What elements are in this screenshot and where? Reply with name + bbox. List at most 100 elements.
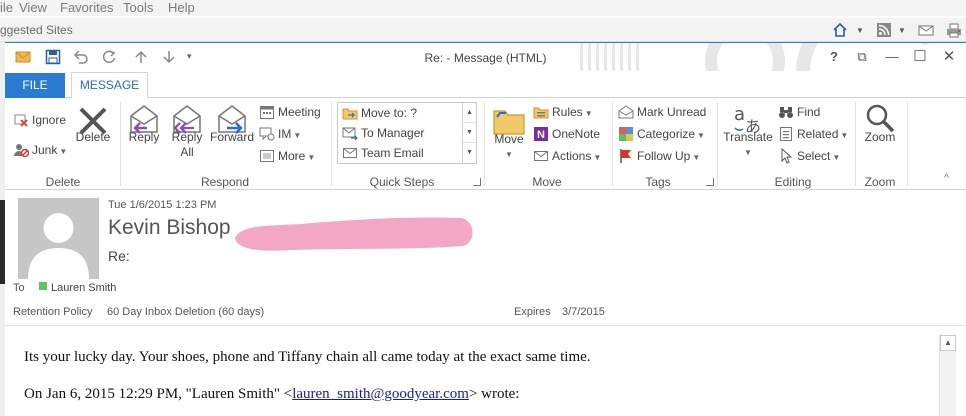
avatar[interactable] <box>18 198 99 279</box>
ie-favorites-bar: ggested Sites ▼ ▼ <box>0 18 966 42</box>
group-separator <box>907 102 908 186</box>
select-dropdown-icon: ▼ <box>832 153 841 162</box>
svg-text:a: a <box>734 104 745 125</box>
quick-steps-scroll-up-icon[interactable]: ▲ <box>463 103 476 123</box>
recipient-name[interactable]: Lauren Smith <box>51 282 116 294</box>
ie-menu-help[interactable]: Help <box>168 0 195 15</box>
quick-steps-scroll-down-icon[interactable]: ▼ <box>463 123 476 143</box>
quoted-attribution: On Jan 6, 2015 12:29 PM, "Lauren Smith" … <box>24 386 519 403</box>
mark-unread-label: Mark Unread <box>637 105 707 119</box>
expires-value: 3/7/2015 <box>562 306 605 318</box>
to-manager-icon <box>342 125 358 141</box>
meeting-label: Meeting <box>278 105 321 119</box>
subject: Re: <box>108 248 130 264</box>
delete-button[interactable]: Delete <box>73 104 113 164</box>
mail-icon[interactable] <box>918 22 934 38</box>
instant-message-icon <box>259 126 275 142</box>
ie-menu-favorites[interactable]: Favorites <box>60 0 113 15</box>
print-icon[interactable] <box>946 22 962 38</box>
body-paragraph: Its your lucky day. Your shoes, phone an… <box>24 349 591 365</box>
retention-policy-value: 60 Day Inbox Deletion (60 days) <box>107 306 265 318</box>
ignore-label: Ignore <box>32 113 67 127</box>
message-header: Tue 1/6/2015 1:23 PM Kevin Bishop Re: To… <box>5 190 966 326</box>
quick-steps-scroller[interactable]: ▲ ▼ ▼ <box>462 103 476 163</box>
ignore-icon <box>13 112 29 128</box>
ie-menu-file[interactable]: ile <box>0 0 13 15</box>
related-dropdown-icon: ▼ <box>840 131 849 140</box>
sent-date: Tue 1/6/2015 1:23 PM <box>108 199 217 211</box>
translate-button[interactable]: aあ Translate ▼ <box>723 102 773 172</box>
cursor-arrow-icon <box>778 147 794 164</box>
rules-dropdown-icon: ▼ <box>584 109 593 118</box>
reply-all-label-line2: All <box>180 145 194 159</box>
suggested-sites-link[interactable]: ggested Sites <box>0 23 73 37</box>
group-separator <box>484 102 485 186</box>
follow-up-dropdown-icon: ▼ <box>692 153 701 162</box>
junk-dropdown-icon: ▼ <box>59 147 68 156</box>
message-window: ▾ Re: - Message (HTML) ? ⧉ — ☐ ✕ FILE ME… <box>5 42 966 416</box>
tab-message[interactable]: MESSAGE <box>71 72 148 99</box>
onenote-label: OneNote <box>552 127 601 141</box>
maximize-button[interactable]: ☐ <box>909 47 931 67</box>
quick-step-to-manager[interactable]: To Manager <box>342 123 460 143</box>
tab-file[interactable]: FILE <box>5 73 65 98</box>
tags-dialog-launcher-icon[interactable] <box>706 178 714 186</box>
reply-button[interactable]: Reply <box>126 102 162 172</box>
quick-steps-expand-icon[interactable]: ▼ <box>463 143 476 163</box>
delete-group-label: Delete <box>45 175 81 189</box>
reply-all-label-line1: Reply <box>171 130 203 144</box>
quick-steps-group-label: Quick Steps <box>369 175 435 189</box>
translate-dropdown-icon: ▼ <box>744 148 752 157</box>
ribbon-tabs: FILE MESSAGE <box>5 71 966 99</box>
rules-label: Rules <box>552 105 583 119</box>
move-button[interactable]: Move ▼ <box>489 104 529 174</box>
retention-policy-label: Retention Policy <box>13 306 93 318</box>
flag-icon <box>618 148 634 164</box>
related-icon <box>778 126 794 142</box>
actions-dropdown-icon: ▼ <box>593 153 602 162</box>
minimize-button[interactable]: — <box>881 47 903 67</box>
feeds-icon[interactable] <box>876 22 892 38</box>
quick-steps-gallery: Move to: ? To Manager Team Email ▲ ▼ ▼ <box>337 102 477 164</box>
select-label: Select <box>797 149 831 163</box>
redaction-mark <box>235 217 473 251</box>
rules-icon <box>533 104 549 120</box>
email-link[interactable]: lauren_smith@goodyear.com <box>292 386 469 402</box>
scroll-up-arrow-icon[interactable]: ▲ <box>940 335 956 351</box>
im-label: IM <box>278 127 292 141</box>
home-icon[interactable] <box>832 22 848 38</box>
zoom-button[interactable]: Zoom <box>860 102 900 162</box>
close-button[interactable]: ✕ <box>938 47 960 67</box>
sender-name[interactable]: Kevin Bishop <box>108 216 231 240</box>
categorize-icon <box>618 126 634 142</box>
home-dropdown-chevron-icon[interactable]: ▼ <box>856 26 872 42</box>
ie-menu-tools[interactable]: Tools <box>123 0 153 15</box>
vertical-scrollbar[interactable]: ▲ <box>939 335 956 416</box>
feeds-dropdown-chevron-icon[interactable]: ▼ <box>898 26 914 42</box>
person-placeholder-icon <box>28 213 89 279</box>
attribution-suffix: > wrote: <box>468 386 520 402</box>
quick-steps-dialog-launcher-icon[interactable] <box>473 178 481 186</box>
expires-label: Expires <box>514 306 551 318</box>
quick-step-move-to[interactable]: Move to: ? <box>342 103 460 123</box>
title-bar: ▾ Re: - Message (HTML) ? ⧉ — ☐ ✕ <box>5 43 966 71</box>
to-label: To <box>13 282 25 294</box>
respond-group-label: Respond <box>200 175 250 189</box>
quick-step-to-manager-label: To Manager <box>361 126 425 140</box>
forward-button[interactable]: Forward <box>209 102 255 172</box>
help-button[interactable]: ? <box>823 47 845 67</box>
junk-icon <box>13 142 30 158</box>
binoculars-icon <box>778 104 794 120</box>
tags-group-label: Tags <box>645 175 671 189</box>
quick-step-team-email[interactable]: Team Email <box>342 143 460 163</box>
follow-up-label: Follow Up <box>637 149 691 163</box>
onenote-icon: N <box>533 126 549 142</box>
more-respond-icon <box>259 148 275 164</box>
ie-menu-view[interactable]: View <box>19 0 47 15</box>
ribbon-display-options-button[interactable]: ⧉ <box>851 47 873 67</box>
presence-status-icon <box>39 282 47 290</box>
zoom-group-label: Zoom <box>864 175 896 189</box>
reply-all-button[interactable]: Reply All <box>167 102 207 172</box>
ribbon: Ignore Junk ▼ Delete Delete Reply Reply … <box>5 98 966 190</box>
collapse-ribbon-chevron-icon[interactable]: ^ <box>944 173 949 184</box>
